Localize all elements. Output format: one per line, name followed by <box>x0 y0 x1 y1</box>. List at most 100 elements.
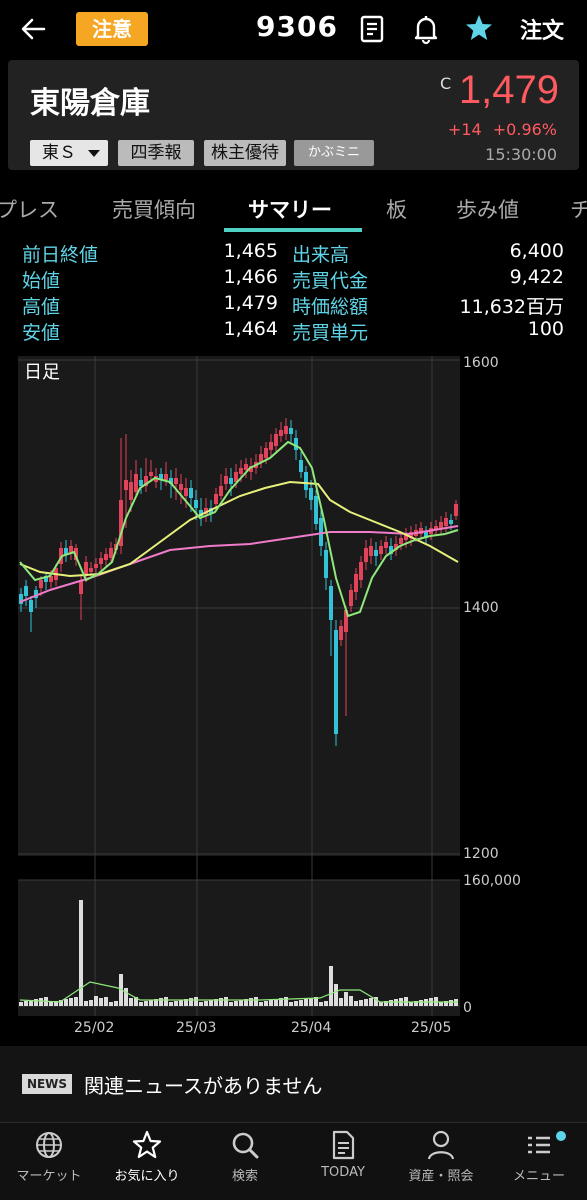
volume-bar <box>239 1000 243 1006</box>
document-icon[interactable] <box>358 14 386 44</box>
price-chart[interactable]: 日足 1600 1400 1200 160,000 0 25/02 25/03 … <box>0 350 587 1040</box>
y-tick-1400: 1400 <box>463 600 499 616</box>
candle-body <box>364 548 368 562</box>
market-select[interactable]: 東Ｓ <box>30 140 108 166</box>
nav-today[interactable]: TODAY <box>294 1123 392 1200</box>
back-arrow-icon[interactable] <box>18 14 48 44</box>
stock-header-card: 東陽倉庫 C 1,479 +14 +0.96% 15:30:00 東Ｓ 四季報 … <box>8 60 579 170</box>
candle-body <box>109 548 113 558</box>
volume-value: 6,400 <box>509 240 564 262</box>
nav-label-search: 検索 <box>231 1169 258 1184</box>
candle-body <box>384 542 388 548</box>
volume-bar <box>364 999 368 1006</box>
candle-body <box>279 430 283 436</box>
volume-bar <box>209 1000 213 1006</box>
high-value: 1,479 <box>223 292 278 314</box>
candle-body <box>104 554 108 560</box>
volume-bar <box>69 998 73 1006</box>
volume-bar <box>249 998 253 1006</box>
candle-body <box>339 626 343 640</box>
tab-chart[interactable]: チ <box>570 194 587 224</box>
candle-body <box>329 586 333 620</box>
menu-icon <box>528 1136 550 1154</box>
shikiho-tag[interactable]: 四季報 <box>118 140 194 166</box>
volume-bar <box>389 1000 393 1006</box>
kabumini-tag[interactable]: かぶミニ <box>294 140 374 166</box>
news-section[interactable]: NEWS 関連ニュースがありません <box>0 1046 587 1122</box>
tab-summary[interactable]: サマリー <box>248 194 332 224</box>
person-icon <box>427 1130 455 1160</box>
candle-body <box>129 482 133 500</box>
x-tick-apr: 25/04 <box>291 1020 331 1036</box>
volume-bar <box>104 997 108 1006</box>
candle-body <box>194 500 198 508</box>
nav-market[interactable]: マーケット <box>0 1123 98 1200</box>
tab-tick[interactable]: 歩み値 <box>456 194 519 224</box>
high-label: 高値 <box>22 296 61 318</box>
notification-dot <box>556 1131 566 1141</box>
volume-bar <box>304 999 308 1006</box>
nav-search[interactable]: 検索 <box>196 1123 294 1200</box>
volume-bar <box>309 998 313 1006</box>
nav-menu[interactable]: メニュー <box>490 1123 587 1200</box>
current-price: 1,479 <box>458 68 559 112</box>
trading-unit-value: 100 <box>527 318 564 340</box>
bell-icon[interactable] <box>412 13 440 45</box>
volume-tick-zero: 0 <box>463 1000 472 1016</box>
candle-body <box>319 518 323 546</box>
volume-bar <box>349 996 353 1006</box>
volume-bar <box>294 1001 298 1006</box>
active-tab-indicator <box>224 228 362 232</box>
x-tick-feb: 25/02 <box>74 1020 114 1036</box>
candle-body <box>24 586 28 596</box>
change-value: +14 <box>447 120 482 139</box>
volume-bar <box>139 1002 143 1006</box>
low-value: 1,464 <box>223 318 278 340</box>
tab-board[interactable]: 板 <box>386 194 407 224</box>
volume-bar <box>254 997 258 1006</box>
candle-body <box>354 574 358 592</box>
volume-bar <box>164 997 168 1006</box>
star-icon <box>132 1130 162 1159</box>
favorite-star-icon[interactable] <box>464 13 494 43</box>
volume-bar <box>299 1000 303 1006</box>
candle-body <box>64 548 68 554</box>
volume-bar <box>199 1002 203 1006</box>
shareholder-benefit-tag[interactable]: 株主優待 <box>204 140 286 166</box>
volume-bar <box>354 1001 358 1006</box>
candle-body <box>439 522 443 528</box>
candle-body <box>239 468 243 474</box>
volume-bar <box>34 999 38 1006</box>
nav-assets[interactable]: 資産・照会 <box>392 1123 490 1200</box>
change-percent: +0.96% <box>492 120 557 139</box>
volume-bar <box>449 1000 453 1006</box>
volume-tick-max: 160,000 <box>463 873 521 889</box>
candle-body <box>374 550 378 556</box>
candle-body <box>99 558 103 564</box>
candle-body <box>184 488 188 496</box>
candle-body <box>349 590 353 606</box>
candle-body <box>359 562 363 580</box>
volume-bar <box>329 966 333 1006</box>
globe-icon <box>36 1132 62 1158</box>
candle-body <box>324 550 328 578</box>
tab-press[interactable]: プレス <box>0 194 59 224</box>
market-cap-value: 11,632百万 <box>459 296 564 318</box>
volume-bar <box>89 1000 93 1006</box>
volume-bar <box>74 997 78 1006</box>
x-tick-mar: 25/03 <box>176 1020 216 1036</box>
tab-trade-trend[interactable]: 売買傾向 <box>112 194 196 224</box>
volume-bar <box>369 998 373 1006</box>
candle-body <box>219 486 223 496</box>
nav-favorites[interactable]: お気に入り <box>98 1123 196 1200</box>
candle-body <box>299 460 303 472</box>
order-button[interactable]: 注文 <box>520 13 564 45</box>
price-time: 15:30:00 <box>485 145 557 164</box>
candle-body <box>309 488 313 500</box>
volume-bar <box>229 1002 233 1006</box>
volume-bar <box>219 998 223 1006</box>
candle-body <box>174 478 178 484</box>
volume-bar <box>64 999 68 1006</box>
candle-body <box>139 480 143 486</box>
turnover-label: 売買代金 <box>292 270 369 292</box>
